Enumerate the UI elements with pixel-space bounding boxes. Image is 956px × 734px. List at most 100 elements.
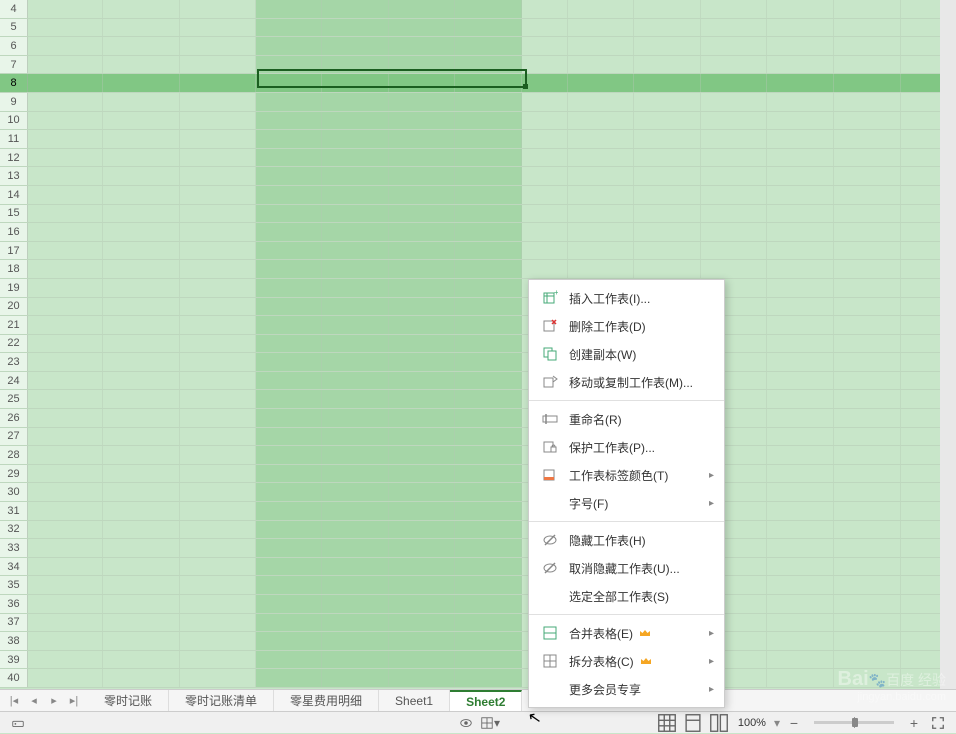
cell[interactable] (256, 353, 322, 371)
eye-icon[interactable] (456, 714, 476, 732)
zoom-in[interactable]: + (904, 714, 924, 732)
cell[interactable] (568, 112, 633, 130)
cell[interactable] (103, 298, 179, 316)
cell[interactable] (834, 279, 901, 297)
row-header[interactable]: 40 (0, 669, 28, 687)
row-header[interactable]: 21 (0, 316, 28, 334)
cell[interactable] (180, 576, 256, 594)
row-header[interactable]: 7 (0, 56, 28, 74)
cell[interactable] (322, 558, 388, 576)
cell[interactable] (103, 353, 179, 371)
cell[interactable] (634, 205, 701, 223)
cell[interactable] (701, 130, 766, 148)
grid-row[interactable]: 7 (0, 56, 956, 75)
cell[interactable] (322, 632, 388, 650)
cell[interactable] (180, 112, 256, 130)
cell[interactable] (389, 465, 455, 483)
cell[interactable] (767, 279, 834, 297)
cell[interactable] (522, 74, 569, 92)
tab-nav-last[interactable]: ▸| (64, 691, 84, 711)
cell[interactable] (322, 539, 388, 557)
row-header[interactable]: 37 (0, 614, 28, 632)
cell[interactable] (701, 0, 766, 18)
cell[interactable] (389, 205, 455, 223)
cell[interactable] (180, 539, 256, 557)
spreadsheet-grid[interactable]: 4567891011121314151617181920212223242526… (0, 0, 956, 693)
cell[interactable] (455, 205, 521, 223)
cell[interactable] (256, 409, 322, 427)
cell[interactable] (834, 446, 901, 464)
cell[interactable] (634, 56, 701, 74)
cell[interactable] (455, 19, 521, 37)
cell[interactable] (103, 539, 179, 557)
cell[interactable] (834, 632, 901, 650)
row-header[interactable]: 19 (0, 279, 28, 297)
cell[interactable] (834, 149, 901, 167)
cell[interactable] (767, 149, 834, 167)
cell[interactable] (180, 298, 256, 316)
cell[interactable] (256, 37, 322, 55)
cell[interactable] (256, 539, 322, 557)
cell[interactable] (455, 521, 521, 539)
cell[interactable] (634, 74, 701, 92)
cell[interactable] (389, 223, 455, 241)
grid-row[interactable]: 18 (0, 260, 956, 279)
cell[interactable] (522, 186, 569, 204)
cell[interactable] (103, 74, 179, 92)
cell[interactable] (767, 205, 834, 223)
cell[interactable] (455, 446, 521, 464)
cell[interactable] (834, 56, 901, 74)
grid-row[interactable]: 33 (0, 539, 956, 558)
cell[interactable] (522, 223, 569, 241)
cell[interactable] (180, 409, 256, 427)
cell[interactable] (701, 205, 766, 223)
cell[interactable] (28, 93, 103, 111)
cell[interactable] (180, 0, 256, 18)
cell[interactable] (180, 149, 256, 167)
cell[interactable] (256, 223, 322, 241)
cell[interactable] (103, 316, 179, 334)
cell[interactable] (28, 279, 103, 297)
cell[interactable] (103, 632, 179, 650)
cell[interactable] (834, 130, 901, 148)
cell[interactable] (834, 502, 901, 520)
cell[interactable] (180, 93, 256, 111)
cell[interactable] (322, 595, 388, 613)
cell[interactable] (103, 595, 179, 613)
cell[interactable] (28, 186, 103, 204)
cell[interactable] (389, 390, 455, 408)
row-header[interactable]: 31 (0, 502, 28, 520)
cell[interactable] (103, 669, 179, 687)
cell[interactable] (568, 205, 633, 223)
cell[interactable] (28, 614, 103, 632)
cell[interactable] (322, 502, 388, 520)
cell[interactable] (634, 167, 701, 185)
cell[interactable] (256, 558, 322, 576)
cell[interactable] (322, 242, 388, 260)
cell[interactable] (389, 74, 455, 92)
cell[interactable] (767, 260, 834, 278)
grid-row[interactable]: 35 (0, 576, 956, 595)
cell[interactable] (389, 372, 455, 390)
cell[interactable] (455, 298, 521, 316)
cell[interactable] (767, 56, 834, 74)
row-header[interactable]: 10 (0, 112, 28, 130)
cell[interactable] (256, 521, 322, 539)
cell[interactable] (455, 595, 521, 613)
cell[interactable] (256, 149, 322, 167)
cell[interactable] (634, 149, 701, 167)
cell[interactable] (256, 316, 322, 334)
cell[interactable] (28, 632, 103, 650)
cell[interactable] (28, 502, 103, 520)
row-header[interactable]: 15 (0, 205, 28, 223)
cell[interactable] (322, 335, 388, 353)
sheet-tab[interactable]: 零时记账清单 (169, 690, 274, 711)
cell[interactable] (389, 93, 455, 111)
cell[interactable] (180, 521, 256, 539)
cell[interactable] (455, 558, 521, 576)
cell[interactable] (256, 335, 322, 353)
cell[interactable] (322, 112, 388, 130)
cell[interactable] (322, 149, 388, 167)
cell[interactable] (180, 353, 256, 371)
row-header[interactable]: 26 (0, 409, 28, 427)
